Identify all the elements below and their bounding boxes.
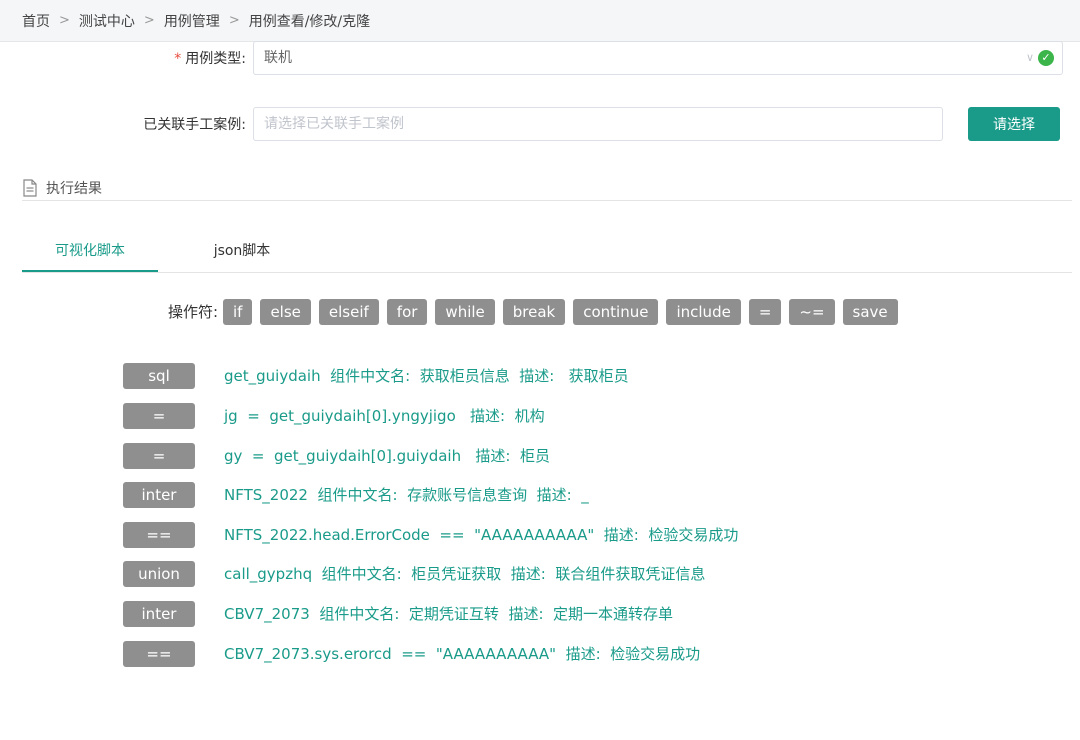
step-type-tag: == — [123, 641, 195, 667]
operator-include-button[interactable]: include — [666, 299, 741, 325]
section-title: 执行结果 — [22, 176, 102, 200]
breadcrumb-separator: > — [228, 13, 240, 28]
step-description[interactable]: jg = get_guiydaih[0].yngyjigo 描述: 机构 — [224, 403, 545, 429]
step-description[interactable]: CBV7_2073.sys.erorcd == "AAAAAAAAAA" 描述:… — [224, 641, 700, 667]
step-description[interactable]: CBV7_2073 组件中文名: 定期凭证互转 描述: 定期一本通转存单 — [224, 601, 673, 627]
breadcrumb-separator: > — [143, 13, 155, 28]
breadcrumb-separator: > — [59, 13, 70, 28]
select-manual-case-button[interactable]: 请选择 — [968, 107, 1060, 141]
operators-label: 操作符: — [167, 303, 218, 321]
operator-for-button[interactable]: for — [386, 299, 428, 325]
tab-visual-script[interactable]: 可视化脚本 — [22, 236, 158, 272]
operator-save-button[interactable]: save — [842, 299, 898, 325]
step-type-tag: inter — [123, 482, 195, 508]
script-tabs: 可视化脚本 json脚本 — [22, 236, 1072, 273]
document-icon — [23, 179, 37, 197]
case-type-row: * 用例类型: 联机 ∨ ✓ — [0, 41, 1080, 77]
breadcrumb-home[interactable]: 首页 — [22, 11, 50, 31]
step-type-tag: inter — [123, 601, 195, 627]
required-mark: * — [174, 51, 182, 67]
step-description[interactable]: NFTS_2022 组件中文名: 存款账号信息查询 描述: _ — [224, 482, 589, 508]
linked-manual-row: 已关联手工案例: 请选择 — [0, 107, 1080, 143]
breadcrumb-case-management[interactable]: 用例管理 — [164, 11, 220, 31]
script-step[interactable]: sql get_guiydaih 组件中文名: 获取柜员信息 描述: 获取柜员 — [0, 363, 1080, 389]
step-description[interactable]: call_gypzhq 组件中文名: 柜员凭证获取 描述: 联合组件获取凭证信息 — [224, 561, 705, 587]
operator-break-button[interactable]: break — [502, 299, 566, 325]
section-title-text: 执行结果 — [46, 181, 102, 197]
script-step[interactable]: = gy = get_guiydaih[0].guiydaih 描述: 柜员 — [0, 443, 1080, 469]
case-type-value: 联机 — [264, 50, 292, 66]
operator-else-button[interactable]: else — [260, 299, 311, 325]
step-type-tag: union — [123, 561, 195, 587]
linked-manual-label: 已关联手工案例: — [143, 117, 246, 133]
script-step[interactable]: inter CBV7_2073 组件中文名: 定期凭证互转 描述: 定期一本通转… — [0, 601, 1080, 627]
chevron-down-icon: ∨ — [1025, 51, 1034, 64]
case-type-label-text: 用例类型: — [185, 51, 246, 67]
case-type-select[interactable]: 联机 ∨ ✓ — [253, 41, 1063, 75]
step-type-tag: sql — [123, 363, 195, 389]
operator-assign-button[interactable]: = — [748, 299, 782, 325]
divider — [22, 200, 1072, 201]
step-type-tag: == — [123, 522, 195, 548]
script-step[interactable]: = jg = get_guiydaih[0].yngyjigo 描述: 机构 — [0, 403, 1080, 429]
breadcrumb: 首页 > 测试中心 > 用例管理 > 用例查看/修改/克隆 — [0, 0, 1080, 42]
step-type-tag: = — [123, 443, 195, 469]
linked-manual-input[interactable] — [253, 107, 943, 141]
tab-json-script[interactable]: json脚本 — [182, 236, 302, 270]
breadcrumb-current: 用例查看/修改/克隆 — [248, 13, 371, 30]
script-step[interactable]: == CBV7_2073.sys.erorcd == "AAAAAAAAAA" … — [0, 641, 1080, 667]
operators-bar: if else elseif for while break continue … — [223, 299, 898, 325]
operator-if-button[interactable]: if — [223, 299, 253, 325]
step-description[interactable]: NFTS_2022.head.ErrorCode == "AAAAAAAAAA"… — [224, 522, 738, 548]
operator-while-button[interactable]: while — [435, 299, 495, 325]
case-type-label: * 用例类型: — [174, 41, 246, 77]
operator-match-button[interactable]: ~= — [789, 299, 835, 325]
step-type-tag: = — [123, 403, 195, 429]
operator-continue-button[interactable]: continue — [573, 299, 659, 325]
step-description[interactable]: get_guiydaih 组件中文名: 获取柜员信息 描述: 获取柜员 — [224, 363, 629, 389]
script-step[interactable]: == NFTS_2022.head.ErrorCode == "AAAAAAAA… — [0, 522, 1080, 548]
step-description[interactable]: gy = get_guiydaih[0].guiydaih 描述: 柜员 — [224, 443, 550, 469]
script-step[interactable]: union call_gypzhq 组件中文名: 柜员凭证获取 描述: 联合组件… — [0, 561, 1080, 587]
operator-elseif-button[interactable]: elseif — [318, 299, 379, 325]
script-step[interactable]: inter NFTS_2022 组件中文名: 存款账号信息查询 描述: _ — [0, 482, 1080, 508]
check-circle-icon: ✓ — [1038, 50, 1054, 66]
breadcrumb-test-center[interactable]: 测试中心 — [79, 11, 135, 31]
